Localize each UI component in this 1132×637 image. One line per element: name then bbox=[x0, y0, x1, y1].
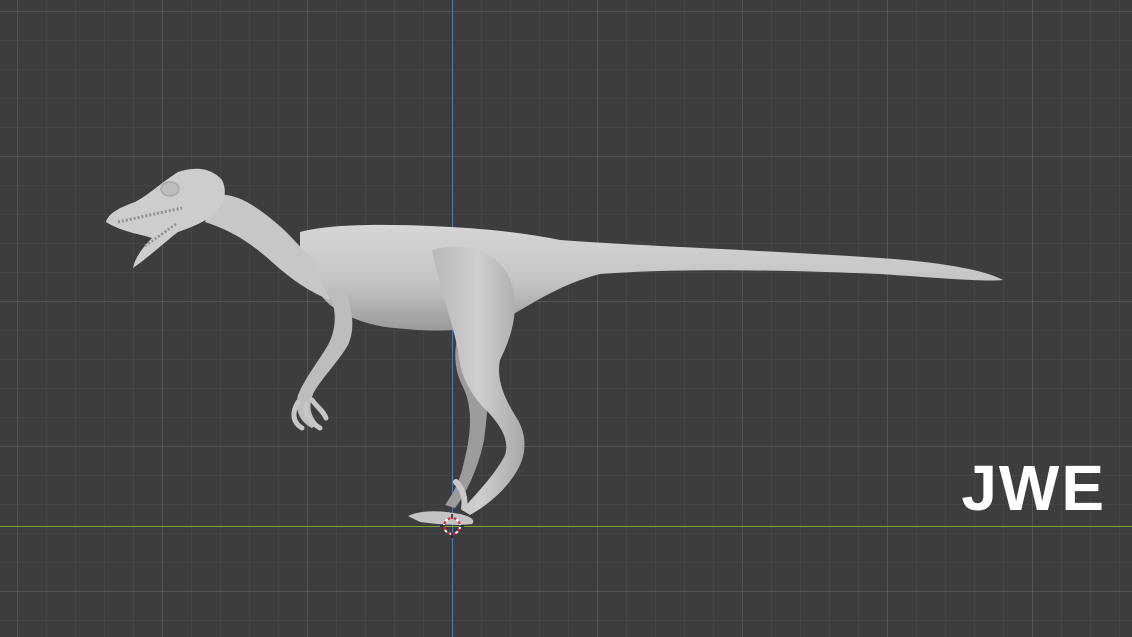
raptor-eye bbox=[160, 181, 180, 197]
watermark-text: JWE bbox=[961, 452, 1106, 524]
raptor-model[interactable] bbox=[0, 0, 1132, 637]
3d-viewport[interactable]: JWE bbox=[0, 0, 1132, 637]
raptor-body bbox=[300, 224, 1003, 331]
3d-cursor-icon[interactable] bbox=[440, 514, 464, 538]
near-hind-leg bbox=[432, 246, 525, 515]
